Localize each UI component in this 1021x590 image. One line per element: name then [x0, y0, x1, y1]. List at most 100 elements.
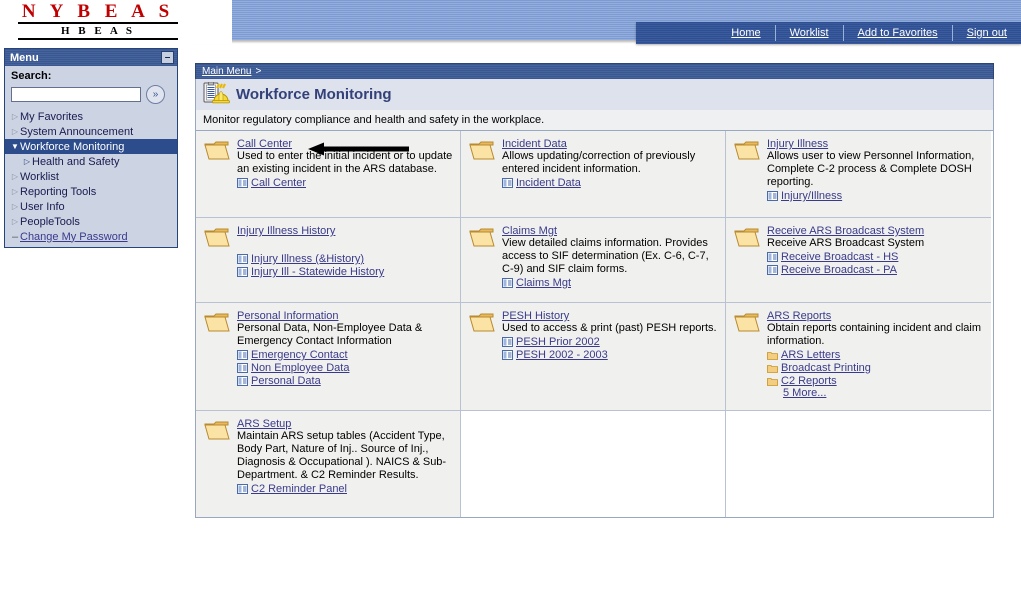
- sidebar-item-user-info[interactable]: ▷ User Info: [5, 199, 177, 214]
- tile-link[interactable]: Incident Data: [516, 177, 581, 189]
- sidebar-item-label: Reporting Tools: [20, 185, 97, 198]
- breadcrumb-main-menu[interactable]: Main Menu: [202, 66, 251, 77]
- tile-link[interactable]: Receive Broadcast - HS: [781, 251, 898, 263]
- tile-link-row: Injury Illness (&History): [237, 253, 454, 265]
- tile-injury-illness[interactable]: Injury Illness Allows user to view Perso…: [726, 131, 991, 218]
- tile-title[interactable]: PESH History: [502, 310, 569, 322]
- tile-title[interactable]: Injury Illness: [767, 138, 828, 150]
- tile-injury-illness-history[interactable]: Injury Illness History Injury Illness (&…: [196, 218, 461, 303]
- menu-header: Menu –: [5, 49, 177, 66]
- tile-link-row: Call Center: [237, 177, 454, 189]
- sidebar-item-workforce-monitoring[interactable]: ▼ Workforce Monitoring: [5, 139, 177, 154]
- clipboard-hardhat-icon: [203, 81, 231, 108]
- sidebar-item-label: My Favorites: [20, 110, 83, 123]
- tile-link-row: Non Employee Data: [237, 362, 454, 374]
- tile-link[interactable]: Emergency Contact: [251, 349, 348, 361]
- tile-title[interactable]: Claims Mgt: [502, 225, 557, 237]
- collapse-icon[interactable]: –: [161, 51, 174, 64]
- tile-link[interactable]: ARS Letters: [781, 349, 840, 361]
- tile-link[interactable]: Call Center: [251, 177, 306, 189]
- sidebar-item-health-and-safety[interactable]: ▷ Health and Safety: [5, 154, 177, 169]
- chevron-right-icon: ▷: [11, 202, 19, 211]
- sidebar-item-my-favorites[interactable]: ▷ My Favorites: [5, 109, 177, 124]
- tile-description: Allows updating/correction of previously…: [502, 150, 696, 175]
- nav-add-to-favorites[interactable]: Add to Favorites: [844, 27, 952, 39]
- sidebar-item-reporting-tools[interactable]: ▷ Reporting Tools: [5, 184, 177, 199]
- page-icon: [502, 278, 513, 288]
- sidebar-item-label: System Announcement: [20, 125, 134, 138]
- breadcrumb-separator: >: [255, 66, 262, 77]
- folder-icon: [767, 377, 778, 386]
- sidebar-item-change-my-password[interactable]: – Change My Password: [5, 229, 177, 244]
- sidebar-item-system-announcement[interactable]: ▷ System Announcement: [5, 124, 177, 139]
- tile-link-row: ARS Letters: [767, 349, 985, 361]
- tile-receive-ars-broadcast-system[interactable]: Receive ARS Broadcast System Receive ARS…: [726, 218, 991, 303]
- tile-link[interactable]: PESH 2002 - 2003: [516, 349, 608, 361]
- tile-claims-mgt[interactable]: Claims Mgt View detailed claims informat…: [461, 218, 726, 303]
- tile-description: [237, 237, 454, 252]
- chevron-right-icon: ▷: [11, 187, 19, 196]
- tile-link[interactable]: Injury/Illness: [781, 190, 842, 202]
- nav-worklist[interactable]: Worklist: [776, 27, 843, 39]
- tile-link[interactable]: Injury Illness (&History): [251, 253, 364, 265]
- folder-icon: [767, 351, 778, 360]
- nav-sign-out[interactable]: Sign out: [953, 27, 1021, 39]
- tile-personal-information[interactable]: Personal Information Personal Data, Non-…: [196, 303, 461, 411]
- folder-icon: [204, 313, 230, 332]
- tile-description: Personal Data, Non-Employee Data & Emerg…: [237, 322, 423, 347]
- page-icon: [237, 254, 248, 264]
- tile-link[interactable]: Injury Ill - Statewide History: [251, 266, 384, 278]
- tile-link[interactable]: C2 Reports: [781, 375, 837, 387]
- search-input[interactable]: [11, 87, 141, 102]
- chevron-right-icon: ▷: [11, 217, 19, 226]
- tile-title[interactable]: ARS Reports: [767, 310, 831, 322]
- tile-description: Obtain reports containing incident and c…: [767, 322, 982, 347]
- brand-line-1: N Y B E A S: [18, 2, 178, 24]
- search-row: »: [5, 85, 177, 109]
- tile-link-row: C2 Reminder Panel: [237, 483, 454, 495]
- page-title-bar: Workforce Monitoring: [195, 79, 994, 110]
- tile-link[interactable]: Broadcast Printing: [781, 362, 871, 374]
- page-icon: [502, 337, 513, 347]
- tile-description: Allows user to view Personnel Informatio…: [767, 150, 975, 188]
- tile-title[interactable]: ARS Setup: [237, 418, 291, 430]
- folder-icon: [204, 421, 230, 440]
- sidebar-item-peopletools[interactable]: ▷ PeopleTools: [5, 214, 177, 229]
- search-label: Search:: [11, 70, 52, 82]
- tile-pesh-history[interactable]: PESH History Used to access & print (pas…: [461, 303, 726, 411]
- tile-link[interactable]: Claims Mgt: [516, 277, 571, 289]
- tile-incident-data[interactable]: Incident Data Allows updating/correction…: [461, 131, 726, 218]
- tile-empty: [461, 411, 726, 517]
- search-go-icon[interactable]: »: [146, 85, 165, 104]
- tile-title[interactable]: Injury Illness History: [237, 225, 335, 237]
- tile-description: Receive ARS Broadcast System: [767, 237, 925, 249]
- page-icon: [237, 267, 248, 277]
- tile-title[interactable]: Incident Data: [502, 138, 567, 150]
- tile-grid: Call Center Used to enter the initial in…: [195, 131, 994, 518]
- page-icon: [237, 350, 248, 360]
- page-icon: [237, 484, 248, 494]
- tile-ars-setup[interactable]: ARS Setup Maintain ARS setup tables (Acc…: [196, 411, 461, 517]
- tile-call-center[interactable]: Call Center Used to enter the initial in…: [196, 131, 461, 218]
- tile-link[interactable]: PESH Prior 2002: [516, 336, 600, 348]
- tile-ars-reports[interactable]: ARS Reports Obtain reports containing in…: [726, 303, 991, 411]
- nav-home[interactable]: Home: [717, 27, 774, 39]
- tile-link-row: Claims Mgt: [502, 277, 719, 289]
- tile-link[interactable]: C2 Reminder Panel: [251, 483, 347, 495]
- page-icon: [237, 178, 248, 188]
- brand-line-2: H B E A S: [18, 25, 178, 40]
- tile-title[interactable]: Personal Information: [237, 310, 339, 322]
- tile-link[interactable]: Non Employee Data: [251, 362, 349, 374]
- folder-icon: [734, 228, 760, 247]
- tile-link-row: Receive Broadcast - PA: [767, 264, 985, 276]
- folder-icon: [469, 313, 495, 332]
- tile-link[interactable]: Receive Broadcast - PA: [781, 264, 897, 276]
- tile-more-link[interactable]: 5 More...: [783, 387, 826, 399]
- chevron-down-icon: ▼: [11, 142, 19, 151]
- tile-title[interactable]: Receive ARS Broadcast System: [767, 225, 924, 237]
- sidebar-item-worklist[interactable]: ▷ Worklist: [5, 169, 177, 184]
- tile-link[interactable]: Personal Data: [251, 375, 321, 387]
- tile-title[interactable]: Call Center: [237, 138, 292, 150]
- menu-pagelet: Menu – Search: » ▷ My Favorites ▷ System…: [4, 48, 178, 248]
- folder-icon: [767, 364, 778, 373]
